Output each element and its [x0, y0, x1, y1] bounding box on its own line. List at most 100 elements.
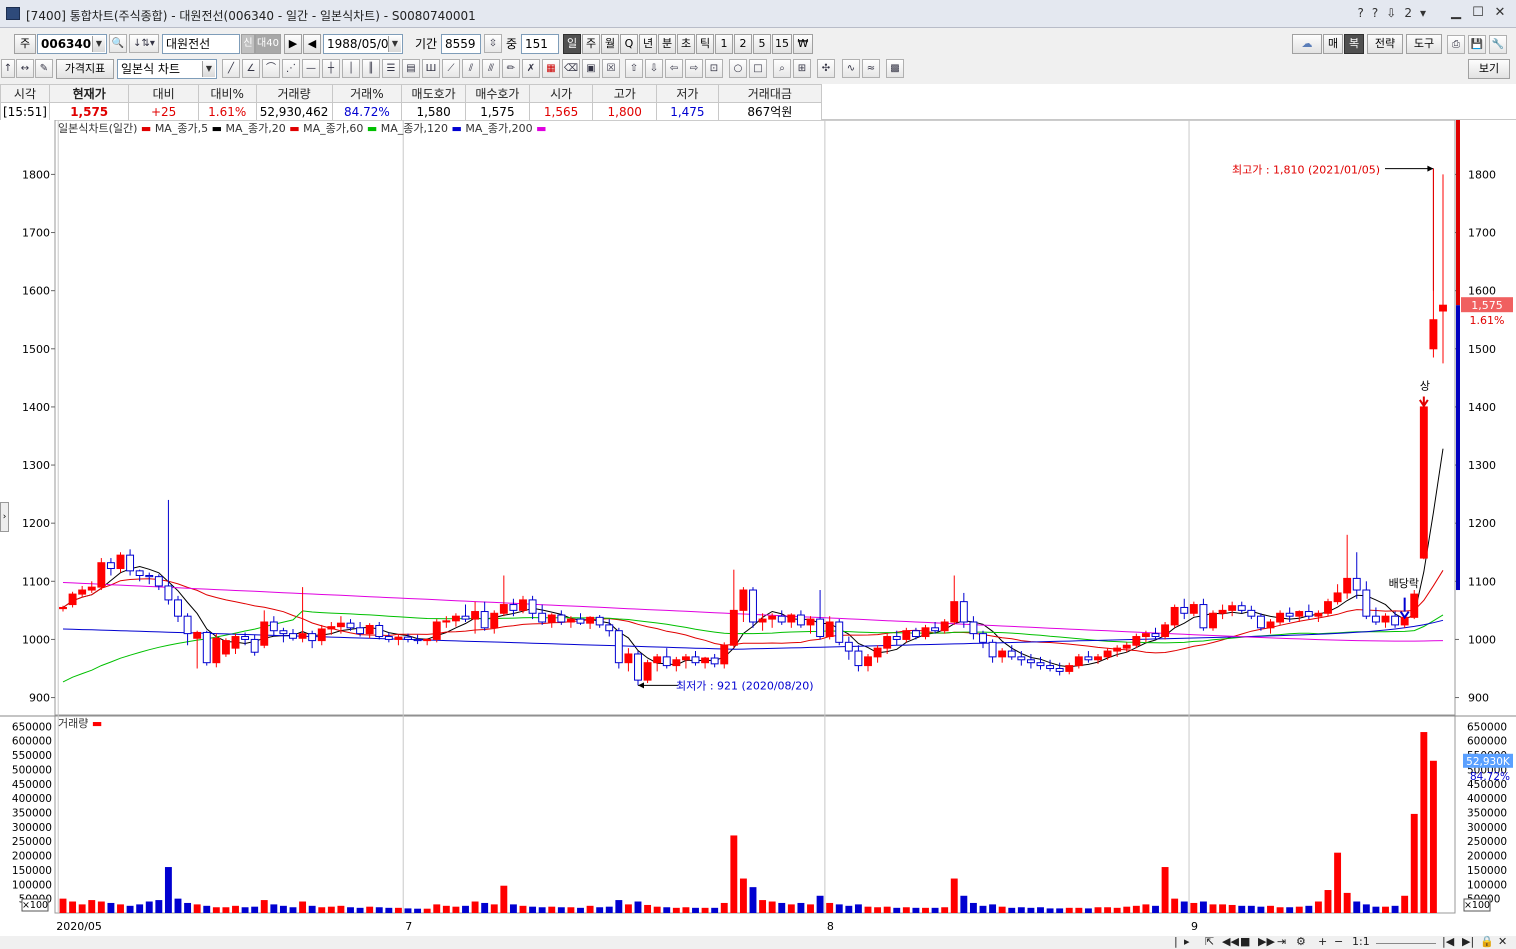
note-icon[interactable]: ▣	[582, 59, 600, 78]
forward-icon[interactable]: ▶▶	[1258, 936, 1275, 948]
zoom-icon[interactable]: ⌕	[773, 59, 791, 78]
stop-icon[interactable]: ■	[1240, 936, 1250, 948]
expand-icon[interactable]: ⇱	[1205, 936, 1214, 948]
minimize-icon[interactable]: ▁	[1446, 4, 1466, 22]
count-input[interactable]: 151	[521, 34, 559, 54]
interval-month-button[interactable]: 월	[601, 34, 619, 54]
ratio-icon[interactable]: 1:1	[1352, 936, 1370, 948]
play-icon[interactable]: ▶	[284, 34, 302, 54]
up-arrow-icon[interactable]: ↑	[1, 59, 15, 78]
search-icon[interactable]: 🔍	[109, 34, 127, 53]
multi-button[interactable]: 복	[1344, 34, 1364, 54]
step-icon[interactable]: ⇥	[1277, 936, 1286, 948]
close-icon[interactable]: ✕	[1490, 4, 1510, 22]
arrow-left-icon[interactable]: ⇦	[665, 59, 683, 78]
interval-1-button[interactable]: 1	[715, 34, 733, 54]
help-icon[interactable]: ?	[1372, 6, 1378, 20]
fibonacci-tool-icon[interactable]: ☰	[382, 59, 400, 78]
close-panel-icon[interactable]: ✕	[1498, 936, 1507, 948]
vline-tool-icon[interactable]: │	[342, 59, 360, 78]
interval-day-button[interactable]: 일	[563, 34, 581, 54]
arrow-up-icon[interactable]: ⇧	[625, 59, 643, 78]
zoom-out-icon[interactable]: −	[1334, 936, 1343, 948]
strategy-button[interactable]: 전략	[1367, 34, 1403, 54]
zoom-slider[interactable]	[1376, 936, 1436, 944]
chevron-down-icon[interactable]: ▼	[92, 36, 105, 52]
cycle-tool-icon[interactable]: ║	[362, 59, 380, 78]
chart-area[interactable]: 2020/05789101112202190090010001000110011…	[0, 120, 1516, 936]
maximize-icon[interactable]: ☐	[1468, 4, 1488, 22]
interval-second-button[interactable]: 초	[677, 34, 695, 54]
line-tool-icon[interactable]: ╱	[222, 59, 240, 78]
rect-tool-icon[interactable]: □	[749, 59, 767, 78]
magic-icon[interactable]: ✗	[522, 59, 540, 78]
pencil-icon[interactable]: ✏	[502, 59, 520, 78]
interval-year-button[interactable]: 년	[639, 34, 657, 54]
arc-tool-icon[interactable]: ⌒	[262, 59, 280, 78]
wave-icon[interactable]: ∿	[842, 59, 860, 78]
edit-icon[interactable]: ✎	[35, 59, 53, 78]
trend-tool-icon[interactable]: ⟋	[442, 59, 460, 78]
window-number-icon[interactable]: 2	[1404, 6, 1412, 20]
chart-type-select[interactable]: 일본식 차트 ▼	[117, 59, 217, 79]
interval-5-button[interactable]: 5	[753, 34, 771, 54]
interval-minute-button[interactable]: 분	[658, 34, 676, 54]
stock-code-field[interactable]: 006340 ▼	[37, 34, 107, 54]
eraser-icon[interactable]: ⌫	[562, 59, 580, 78]
scroll-right-icon[interactable]: ▸	[1184, 936, 1190, 948]
crosshair-icon[interactable]: ⊞	[793, 59, 811, 78]
wave2-icon[interactable]: ≈	[862, 59, 880, 78]
cloud-icon[interactable]: ☁	[1292, 34, 1322, 54]
parallel-tool-icon[interactable]: ⫻	[482, 59, 500, 78]
last-page-icon[interactable]: ▶|	[1462, 936, 1474, 948]
tools-button[interactable]: 도구	[1406, 34, 1442, 54]
horizontal-expand-icon[interactable]: ↔	[16, 59, 34, 78]
gann-tool-icon[interactable]: Ш	[422, 59, 440, 78]
cross-tool-icon[interactable]: ┼	[322, 59, 340, 78]
tools-icon[interactable]: ⚙	[1296, 936, 1306, 948]
scroll-left-icon[interactable]: |	[1174, 936, 1178, 948]
angle-tool-icon[interactable]: ∠	[242, 59, 260, 78]
settings-icon[interactable]: 🔧	[1489, 35, 1507, 54]
zoom-in-icon[interactable]: +	[1318, 936, 1327, 948]
calendar-dropdown-icon[interactable]: ▼	[388, 36, 401, 52]
interval-tick-button[interactable]: 틱	[696, 34, 714, 54]
interval-quarter-button[interactable]: Q	[620, 34, 638, 54]
print-icon[interactable]: ⎙	[1447, 35, 1465, 54]
rewind-icon[interactable]: ◀◀	[1222, 936, 1239, 948]
arrow-right-icon[interactable]: ⇨	[685, 59, 703, 78]
download-icon[interactable]: ⇩	[1386, 6, 1396, 20]
spin-icon[interactable]: ⇳	[484, 34, 502, 53]
grid-tool-icon[interactable]: ▤	[402, 59, 420, 78]
candlestick-chart[interactable]: 2020/05789101112202190090010001000110011…	[0, 120, 1516, 936]
chevron-down-icon[interactable]: ▾	[1420, 6, 1426, 20]
side-expand-icon[interactable]: ›	[0, 502, 9, 532]
sort-icon[interactable]: ↓⇅▾	[129, 34, 159, 53]
market-button[interactable]: 주	[14, 34, 36, 54]
cursor-icon[interactable]: ✣	[817, 59, 835, 78]
stock-name-field[interactable]: 대원전선	[162, 34, 240, 54]
chevron-down-icon[interactable]: ▼	[202, 61, 215, 77]
image-icon[interactable]: ▩	[886, 59, 904, 78]
save-icon[interactable]: 💾	[1468, 35, 1486, 54]
delete-icon[interactable]: ☒	[602, 59, 620, 78]
interval-week-button[interactable]: 주	[582, 34, 600, 54]
text-tool-icon[interactable]: ⊡	[705, 59, 723, 78]
arrow-down-icon[interactable]: ⇩	[645, 59, 663, 78]
lock-icon[interactable]: 🔒	[1480, 936, 1494, 948]
interval-2-button[interactable]: 2	[734, 34, 752, 54]
color-icon[interactable]: ▦	[542, 59, 560, 78]
channel-tool-icon[interactable]: ⫽	[462, 59, 480, 78]
interval-15-button[interactable]: 15	[772, 34, 792, 54]
circle-tool-icon[interactable]: ○	[729, 59, 747, 78]
date-field[interactable]: 1988/05/04 ▼	[323, 34, 403, 54]
back-icon[interactable]: ◀	[303, 34, 321, 54]
view-button[interactable]: 보기	[1468, 59, 1510, 79]
period-input[interactable]: 8559	[441, 34, 481, 54]
trade-button[interactable]: 매	[1323, 34, 1343, 54]
first-page-icon[interactable]: |◀	[1442, 936, 1454, 948]
fan-tool-icon[interactable]: ⋰	[282, 59, 300, 78]
price-indicator-button[interactable]: 가격지표	[56, 59, 114, 79]
tray-icon-1[interactable]: ?	[1358, 6, 1364, 20]
hline-tool-icon[interactable]: —	[302, 59, 320, 78]
